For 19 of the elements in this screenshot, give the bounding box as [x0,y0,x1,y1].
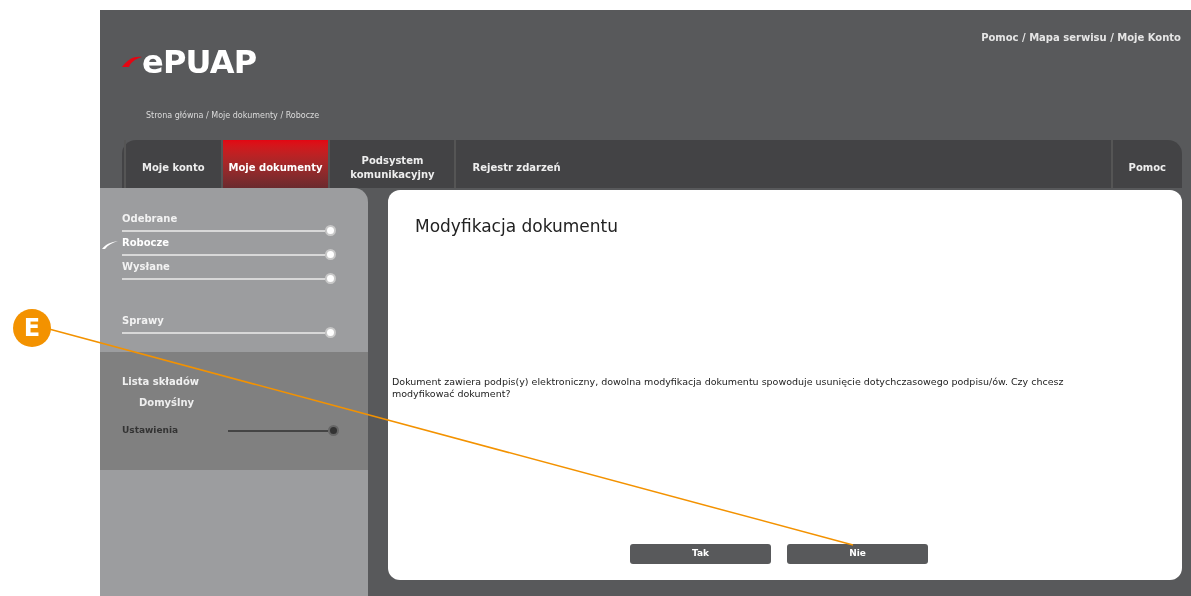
nav-tab[interactable]: Pomoc [1110,140,1182,188]
handle[interactable] [325,249,336,260]
dialog-title: Modyfikacja dokumentu [415,215,618,238]
swoosh-icon [122,56,142,68]
dialog-button[interactable]: Nie [787,544,928,564]
nav-tab[interactable]: Rejestr zdarzeń [454,140,577,188]
top-links[interactable]: Pomoc / Mapa serwisu / Moje Konto [981,30,1181,45]
selection-swoosh-icon [102,241,118,249]
handle[interactable] [328,425,339,437]
handle[interactable] [325,273,336,284]
section-heading: Lista składów [122,375,201,389]
callout-marker: E [13,309,51,347]
breadcrumb: Strona główna / Moje dokumenty / Robocze [146,110,320,122]
handle[interactable] [325,327,336,338]
nav-tab[interactable]: Moje dokumenty [220,140,329,188]
dialog-button[interactable]: Tak [630,544,771,564]
dialog-message: Dokument zawiera podpis(y) elektroniczny, dowolna modyfikacja dokumentu spowoduje usunięcie dotychczasowego podpisu/ów. Czy chcesz modyfikować dokument? [392,376,1065,400]
handle[interactable] [325,225,336,236]
logo: ePUAP [142,46,257,78]
